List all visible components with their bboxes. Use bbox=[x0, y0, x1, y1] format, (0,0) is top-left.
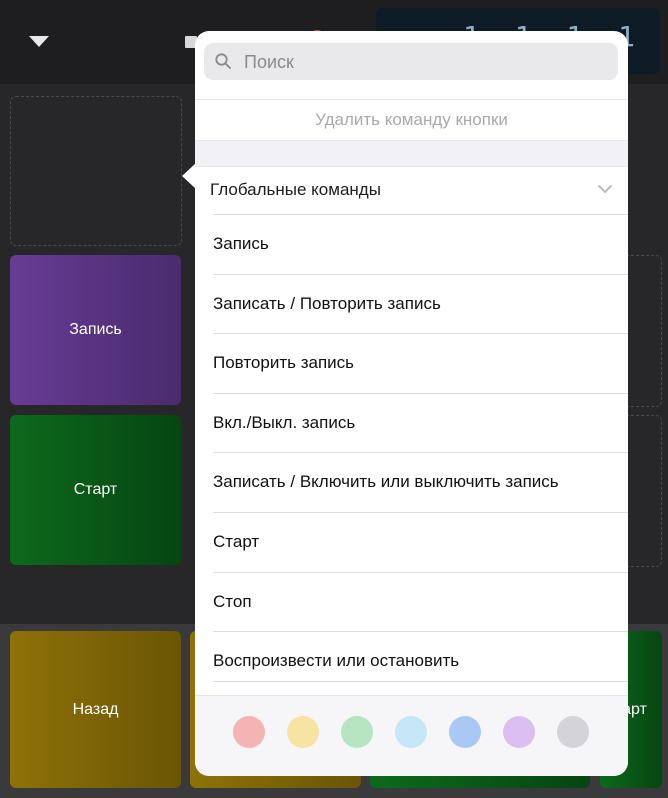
command-item-record-toggle[interactable]: Вкл./Выкл. запись bbox=[213, 392, 628, 453]
pad-label: Назад bbox=[72, 700, 119, 718]
command-label: Воспроизвести или остановить bbox=[213, 651, 460, 671]
global-commands-header[interactable]: Глобальные команды bbox=[195, 166, 628, 214]
disclosure-triangle-icon[interactable] bbox=[29, 36, 49, 47]
command-item-record-retake[interactable]: Записать / Повторить запись bbox=[213, 273, 628, 334]
command-item-record[interactable]: Запись bbox=[213, 214, 628, 274]
color-picker bbox=[195, 695, 628, 776]
command-label: Повторить запись bbox=[213, 353, 355, 373]
command-label: Записать / Повторить запись bbox=[213, 293, 441, 313]
command-list: Запись Записать / Повторить запись Повто… bbox=[195, 214, 628, 691]
command-label: Вкл./Выкл. запись bbox=[213, 412, 356, 432]
section-separator bbox=[195, 140, 628, 167]
command-item-stop[interactable]: Стоп bbox=[213, 571, 628, 632]
command-item-record-enable-toggle[interactable]: Записать / Включить или выключить запись bbox=[213, 452, 628, 512]
command-item-retake[interactable]: Повторить запись bbox=[213, 333, 628, 393]
delete-command-button[interactable]: Удалить команду кнопки bbox=[195, 100, 628, 140]
color-swatch[interactable] bbox=[557, 716, 589, 748]
color-swatch[interactable] bbox=[503, 716, 535, 748]
search-placeholder: Поиск bbox=[244, 52, 294, 72]
color-swatch[interactable] bbox=[341, 716, 373, 748]
search-bar: Поиск bbox=[195, 31, 628, 100]
command-label: Записать / Включить или выключить запись bbox=[213, 472, 559, 492]
start-pad[interactable]: Старт bbox=[10, 415, 181, 565]
back-pad[interactable]: Назад bbox=[10, 631, 181, 788]
search-field[interactable]: Поиск bbox=[204, 43, 618, 80]
color-swatch[interactable] bbox=[287, 716, 319, 748]
command-popover: Поиск Удалить команду кнопки Глобальные … bbox=[195, 31, 628, 776]
section-title: Глобальные команды bbox=[210, 180, 381, 199]
command-label: Старт bbox=[213, 531, 260, 551]
command-label: Запись bbox=[213, 234, 269, 253]
divider bbox=[213, 681, 628, 682]
search-icon bbox=[215, 53, 231, 69]
command-item-start[interactable]: Старт bbox=[213, 511, 628, 572]
empty-pad[interactable] bbox=[10, 96, 182, 246]
record-pad[interactable]: Запись bbox=[10, 255, 181, 405]
delete-command-label: Удалить команду кнопки bbox=[315, 110, 508, 129]
chevron-down-icon bbox=[598, 185, 612, 193]
pad-label: Старт bbox=[73, 481, 118, 498]
pad-label: Запись bbox=[69, 321, 122, 338]
color-swatch[interactable] bbox=[449, 716, 481, 748]
color-swatch[interactable] bbox=[395, 716, 427, 748]
color-swatch[interactable] bbox=[233, 716, 265, 748]
command-label: Стоп bbox=[213, 591, 252, 611]
popover-arrow bbox=[182, 163, 196, 189]
